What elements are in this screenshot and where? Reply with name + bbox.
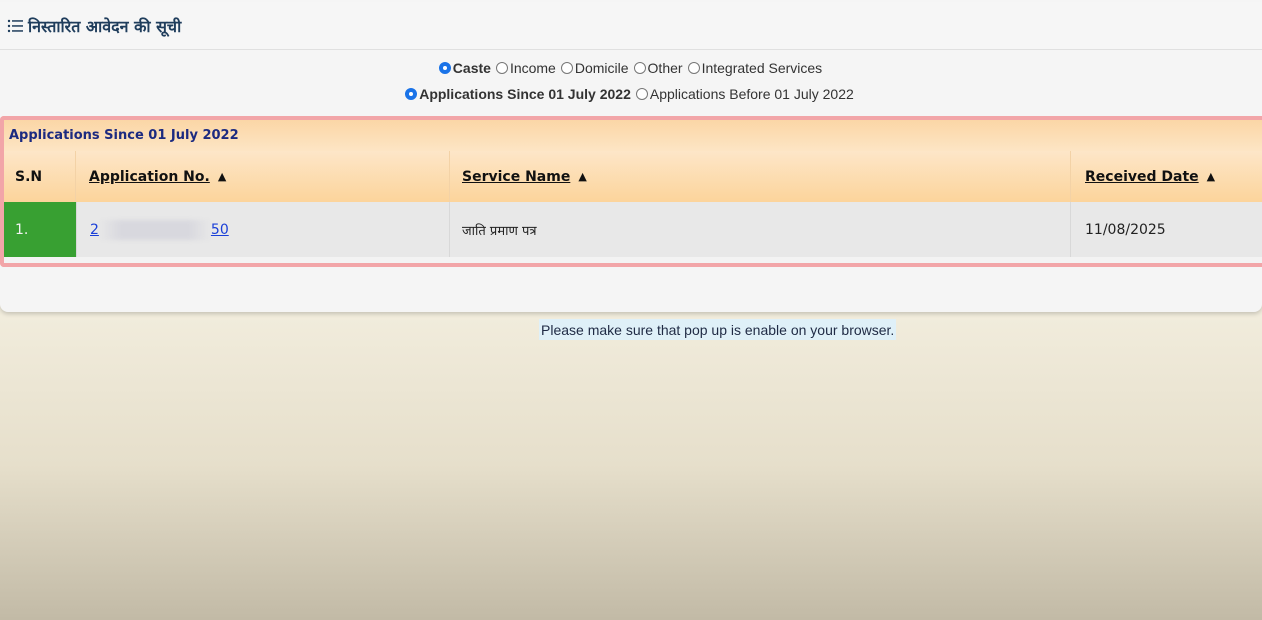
service-type-radio-group: Caste Income Domicile Other Integrated S…	[0, 58, 1262, 78]
radio-button[interactable]	[633, 62, 646, 74]
radio-caste[interactable]: Caste	[438, 60, 491, 76]
service-name: जाति प्रमाण पत्र	[462, 223, 537, 239]
column-label-service-name[interactable]: Service Name	[462, 169, 570, 185]
radio-other[interactable]: Other	[633, 60, 683, 76]
radio-label-since: Applications Since 01 July 2022	[419, 86, 631, 102]
list-icon	[7, 19, 23, 32]
radio-label-caste: Caste	[452, 60, 491, 76]
redacted-application-digits	[98, 219, 211, 240]
table-header-row: S.N Application No. ▲︎ Service Name ▲︎ R…	[4, 151, 1262, 202]
card-header: निस्तारित आवेदन की सूची	[0, 2, 1262, 50]
sort-icon[interactable]: ▲︎	[1207, 170, 1215, 183]
applications-table: Applications Since 01 July 2022 S.N Appl…	[0, 116, 1262, 267]
column-label-application-no[interactable]: Application No.	[89, 169, 210, 185]
radio-label-before: Applications Before 01 July 2022	[649, 86, 854, 102]
radio-domicile[interactable]: Domicile	[560, 60, 629, 76]
column-header-application-no[interactable]: Application No. ▲︎	[76, 151, 450, 202]
radio-before-july-2022[interactable]: Applications Before 01 July 2022	[635, 86, 854, 102]
column-header-received-date[interactable]: Received Date ▲︎	[1071, 151, 1262, 202]
sort-icon[interactable]: ▲︎	[578, 170, 586, 183]
row-number: 1.	[15, 221, 29, 238]
column-label-sn: S.N	[15, 168, 43, 185]
page-title: निस्तारित आवेदन की सूची	[28, 16, 182, 36]
column-label-received-date[interactable]: Received Date	[1085, 169, 1199, 185]
radio-button-checked[interactable]	[438, 62, 451, 74]
application-number-prefix[interactable]: 2	[90, 222, 99, 238]
cell-sn: 1.	[4, 202, 76, 257]
applications-card: निस्तारित आवेदन की सूची Caste Income Dom…	[0, 0, 1262, 312]
radio-label-other: Other	[647, 60, 683, 76]
radio-label-income: Income	[509, 60, 556, 76]
sort-icon[interactable]: ▲︎	[218, 170, 226, 183]
column-header-service-name[interactable]: Service Name ▲︎	[450, 151, 1071, 202]
cell-service-name: जाति प्रमाण पत्र	[450, 202, 1071, 257]
radio-label-domicile: Domicile	[574, 60, 629, 76]
radio-button-checked[interactable]	[405, 88, 418, 100]
column-header-sn: S.N	[4, 151, 76, 202]
radio-button[interactable]	[687, 62, 700, 74]
radio-label-integrated-services: Integrated Services	[701, 60, 823, 76]
application-number-link[interactable]: 2 50	[90, 219, 229, 240]
received-date: 11/08/2025	[1085, 221, 1166, 238]
radio-integrated-services[interactable]: Integrated Services	[687, 60, 823, 76]
radio-income[interactable]: Income	[495, 60, 556, 76]
table-caption: Applications Since 01 July 2022	[4, 120, 1262, 151]
application-number-suffix[interactable]: 50	[211, 222, 229, 238]
radio-since-july-2022[interactable]: Applications Since 01 July 2022	[405, 86, 631, 102]
radio-button[interactable]	[560, 62, 573, 74]
popup-notice: Please make sure that pop up is enable o…	[539, 319, 897, 340]
radio-button[interactable]	[495, 62, 508, 74]
table-row: 1. 2 50 जाति प्रमाण पत्र 11/08/2025	[4, 202, 1262, 257]
cell-received-date: 11/08/2025	[1071, 202, 1262, 257]
radio-button[interactable]	[635, 88, 648, 100]
period-radio-group: Applications Since 01 July 2022 Applicat…	[0, 84, 1262, 104]
cell-application-no: 2 50	[76, 202, 450, 257]
